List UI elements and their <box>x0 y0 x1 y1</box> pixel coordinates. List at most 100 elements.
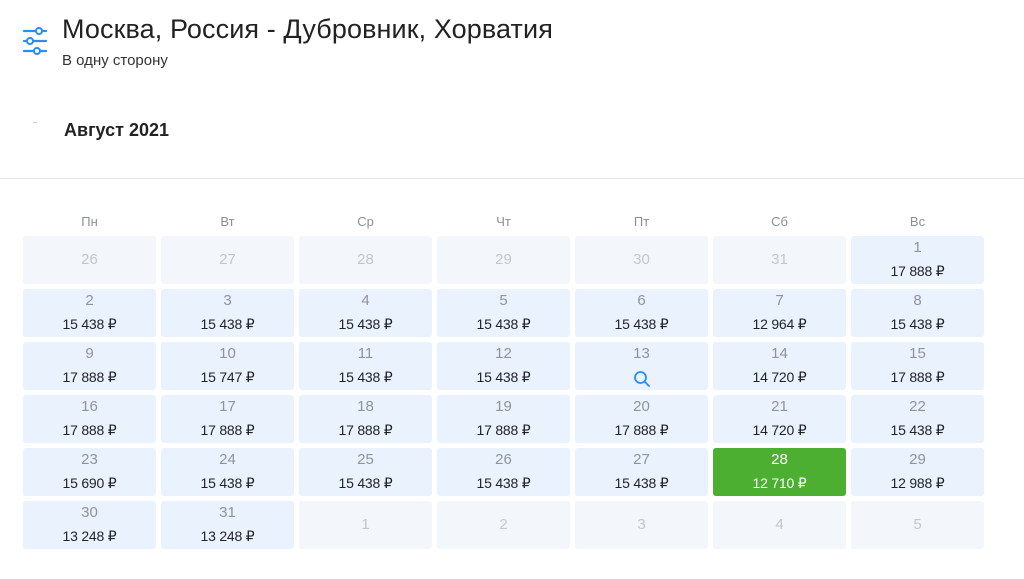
day-number: 27 <box>633 451 650 468</box>
calendar-day[interactable]: 12 15 438 ₽ <box>437 342 570 390</box>
calendar-day[interactable]: 8 15 438 ₽ <box>851 289 984 337</box>
day-price: 15 438 ₽ <box>62 316 117 332</box>
calendar-day[interactable]: 31 13 248 ₽ <box>161 501 294 549</box>
calendar-day[interactable]: 1 17 888 ₽ <box>851 236 984 284</box>
month-title: Август 2021 <box>64 120 169 140</box>
calendar-day[interactable]: 29 12 988 ₽ <box>851 448 984 496</box>
day-price: 15 438 ₽ <box>614 475 669 491</box>
calendar-day[interactable]: 14 14 720 ₽ <box>713 342 846 390</box>
header: Москва, Россия - Дубровник, Хорватия В о… <box>0 0 1024 179</box>
day-price: 15 438 ₽ <box>476 475 531 491</box>
calendar-day[interactable]: 10 15 747 ₽ <box>161 342 294 390</box>
calendar-day: 30 <box>575 236 708 284</box>
trip-type: В одну сторону <box>62 52 168 69</box>
day-price: 17 888 ₽ <box>476 422 531 438</box>
calendar-day[interactable]: 2 15 438 ₽ <box>23 289 156 337</box>
calendar-day: 28 <box>299 236 432 284</box>
day-price: 15 438 ₽ <box>476 316 531 332</box>
day-number: 11 <box>357 345 374 362</box>
calendar-day[interactable]: 15 17 888 ₽ <box>851 342 984 390</box>
filter-sliders-icon[interactable] <box>22 26 48 56</box>
day-number: 22 <box>909 398 926 415</box>
day-number: 1 <box>361 516 370 533</box>
calendar-day[interactable]: 13 <box>575 342 708 390</box>
calendar-day[interactable]: 19 17 888 ₽ <box>437 395 570 443</box>
calendar-day[interactable]: 7 12 964 ₽ <box>713 289 846 337</box>
day-price: 17 888 ₽ <box>200 422 255 438</box>
day-number: 9 <box>85 345 94 362</box>
calendar-day[interactable]: 30 13 248 ₽ <box>23 501 156 549</box>
month-prev-control[interactable] <box>33 122 37 123</box>
day-number: 1 <box>913 239 922 256</box>
day-price: 17 888 ₽ <box>890 369 945 385</box>
day-number: 26 <box>81 251 98 268</box>
calendar-day[interactable]: 16 17 888 ₽ <box>23 395 156 443</box>
day-price: 15 438 ₽ <box>338 475 393 491</box>
calendar-day: 4 <box>713 501 846 549</box>
day-price: 15 438 ₽ <box>890 316 945 332</box>
day-number: 29 <box>495 251 512 268</box>
price-calendar: 26 27 28 29 30 31 1 17 888 ₽2 15 438 ₽3 15 438 ₽4… <box>23 236 984 549</box>
day-price: 12 988 ₽ <box>890 475 945 491</box>
day-number: 26 <box>495 451 512 468</box>
day-price: 15 690 ₽ <box>62 475 117 491</box>
day-number: 4 <box>361 292 370 309</box>
calendar-day-best-price[interactable]: 28 12 710 ₽ <box>713 448 846 496</box>
day-number: 21 <box>771 398 788 415</box>
calendar-day: 31 <box>713 236 846 284</box>
calendar-day[interactable]: 23 15 690 ₽ <box>23 448 156 496</box>
day-number: 20 <box>633 398 650 415</box>
day-number: 27 <box>219 251 236 268</box>
calendar-day[interactable]: 20 17 888 ₽ <box>575 395 708 443</box>
calendar-day: 2 <box>437 501 570 549</box>
calendar-day: 5 <box>851 501 984 549</box>
calendar-day[interactable]: 26 15 438 ₽ <box>437 448 570 496</box>
day-price: 17 888 ₽ <box>890 263 945 279</box>
calendar-day[interactable]: 9 17 888 ₽ <box>23 342 156 390</box>
day-price: 15 438 ₽ <box>338 316 393 332</box>
day-number: 4 <box>775 516 784 533</box>
weekday-label: Ср <box>357 214 374 229</box>
day-price: 17 888 ₽ <box>614 422 669 438</box>
calendar-day[interactable]: 21 14 720 ₽ <box>713 395 846 443</box>
calendar-day: 3 <box>575 501 708 549</box>
day-price: 15 747 ₽ <box>200 369 255 385</box>
calendar-day[interactable]: 5 15 438 ₽ <box>437 289 570 337</box>
day-price: 13 248 ₽ <box>200 528 255 544</box>
calendar-day[interactable]: 6 15 438 ₽ <box>575 289 708 337</box>
day-number: 15 <box>909 345 926 362</box>
weekday-label: Сб <box>771 214 788 229</box>
calendar-day[interactable]: 27 15 438 ₽ <box>575 448 708 496</box>
day-number: 23 <box>81 451 98 468</box>
day-number: 24 <box>219 451 236 468</box>
day-number: 7 <box>775 292 784 309</box>
day-price: 12 710 ₽ <box>752 475 807 491</box>
day-price: 15 438 ₽ <box>200 316 255 332</box>
day-number: 2 <box>499 516 508 533</box>
calendar-day[interactable]: 25 15 438 ₽ <box>299 448 432 496</box>
day-price: 15 438 ₽ <box>338 369 393 385</box>
calendar-day: 1 <box>299 501 432 549</box>
day-number: 12 <box>495 345 512 362</box>
day-number: 30 <box>81 504 98 521</box>
calendar-day[interactable]: 17 17 888 ₽ <box>161 395 294 443</box>
day-number: 3 <box>223 292 232 309</box>
day-price: 12 964 ₽ <box>752 316 807 332</box>
calendar-day[interactable]: 22 15 438 ₽ <box>851 395 984 443</box>
day-number: 16 <box>81 398 98 415</box>
day-number: 8 <box>913 292 922 309</box>
weekday-label: Вс <box>909 214 926 229</box>
day-number: 17 <box>219 398 236 415</box>
day-number: 6 <box>637 292 646 309</box>
calendar-day[interactable]: 18 17 888 ₽ <box>299 395 432 443</box>
day-price: 14 720 ₽ <box>752 369 807 385</box>
day-price: 15 438 ₽ <box>200 475 255 491</box>
day-number: 29 <box>909 451 926 468</box>
weekday-header: Пн Вт Ср Чт Пт Сб Вс <box>23 214 984 234</box>
day-price: 15 438 ₽ <box>614 316 669 332</box>
calendar-day[interactable]: 11 15 438 ₽ <box>299 342 432 390</box>
calendar-day[interactable]: 4 15 438 ₽ <box>299 289 432 337</box>
calendar-day[interactable]: 3 15 438 ₽ <box>161 289 294 337</box>
calendar-day[interactable]: 24 15 438 ₽ <box>161 448 294 496</box>
search-icon[interactable] <box>633 370 651 388</box>
